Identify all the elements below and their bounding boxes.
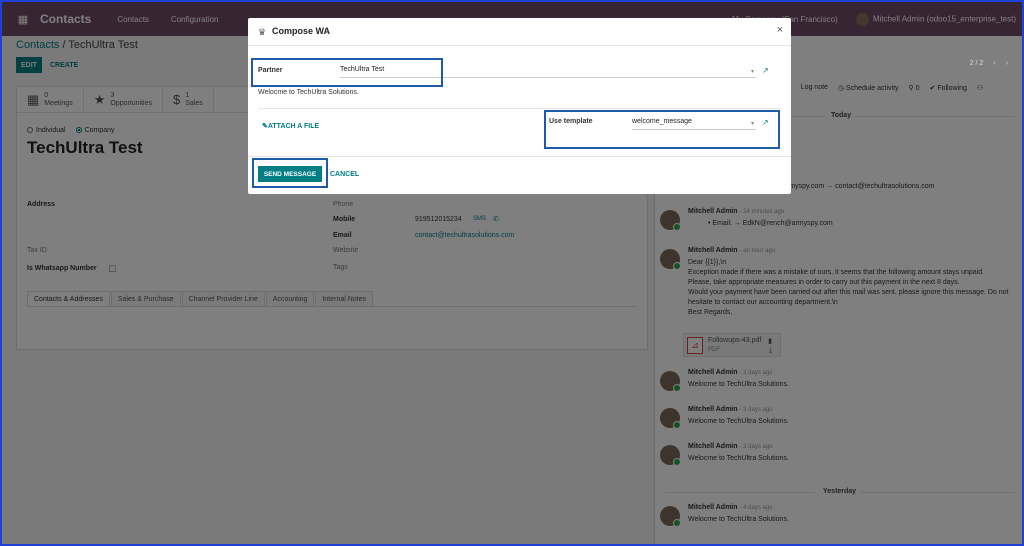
highlight-send bbox=[252, 158, 328, 188]
whatsapp-icon: ♛ bbox=[258, 27, 267, 37]
chevron-down-icon[interactable]: ▾ bbox=[751, 68, 754, 75]
divider bbox=[248, 156, 791, 157]
chevron-right-icon[interactable]: › bbox=[1006, 60, 1008, 67]
modal-title: Compose WA bbox=[272, 26, 331, 36]
pager: 2 / 2 ‹ › bbox=[970, 60, 1008, 67]
external-link-icon[interactable]: ↗ bbox=[762, 66, 769, 75]
highlight-template bbox=[544, 110, 780, 149]
pager-value[interactable]: 2 / 2 bbox=[970, 60, 984, 67]
screen-frame: ▦ Contacts Contacts Configuration My Com… bbox=[0, 0, 1024, 546]
attach-file-button[interactable]: ✎ATTACH A FILE bbox=[262, 122, 319, 130]
divider bbox=[258, 108, 781, 109]
modal-header: ♛ Compose WA × bbox=[248, 18, 791, 46]
highlight-partner bbox=[251, 58, 443, 87]
message-body-field[interactable]: Welocme to TechUltra Solutions. bbox=[258, 89, 359, 96]
cancel-button[interactable]: CANCEL bbox=[330, 166, 359, 182]
chevron-left-icon[interactable]: ‹ bbox=[993, 60, 995, 67]
close-icon[interactable]: × bbox=[777, 24, 783, 36]
compose-wa-dialog: ♛ Compose WA × Partner TechUltra Test ▾ … bbox=[248, 18, 791, 194]
